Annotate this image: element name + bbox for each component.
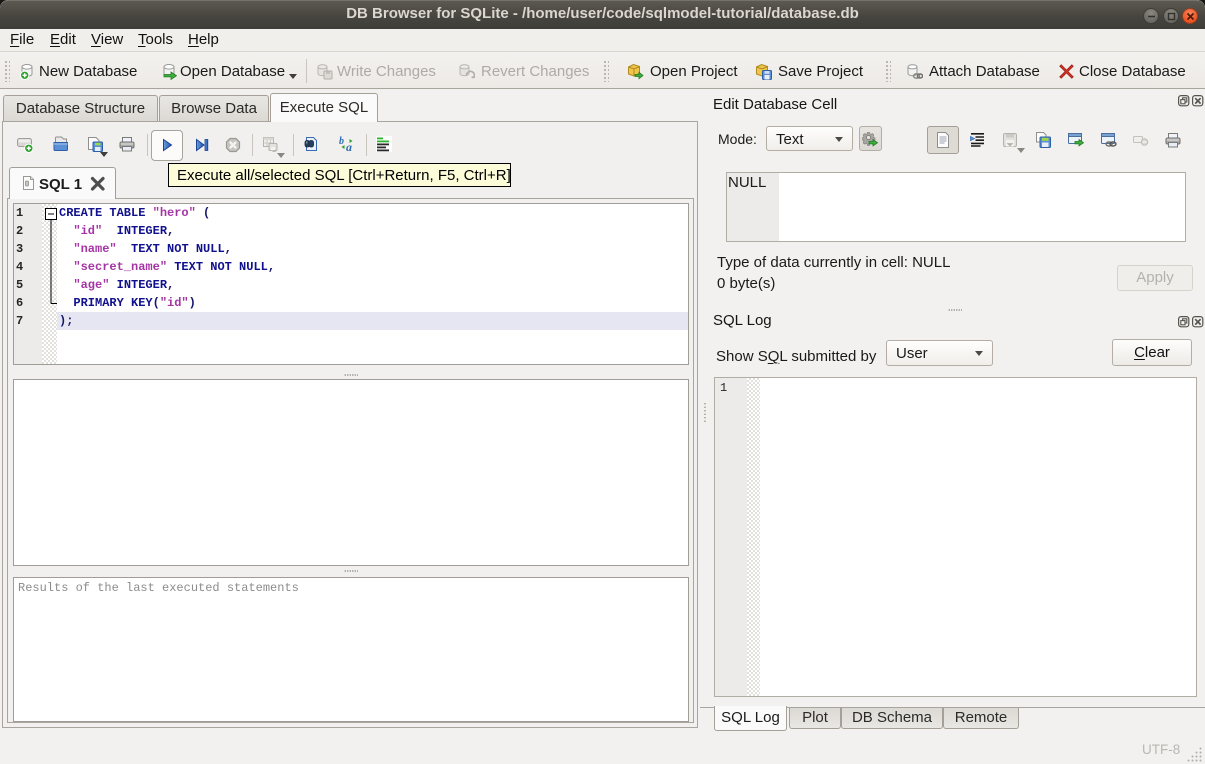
svg-text:b: b [339, 136, 344, 147]
